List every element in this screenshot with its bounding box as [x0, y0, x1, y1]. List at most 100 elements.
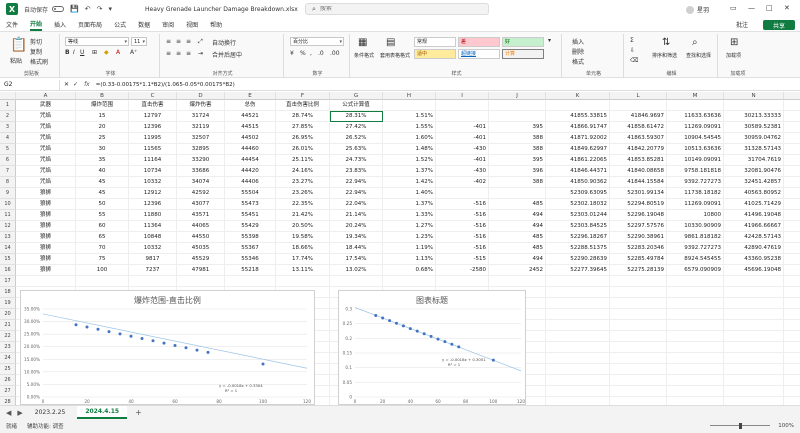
- cell-d4[interactable]: 32507: [177, 133, 225, 144]
- cell-g5[interactable]: 25.63%: [330, 144, 383, 155]
- cell-k4[interactable]: 41871.92002: [546, 133, 610, 144]
- cell-g3[interactable]: 27.42%: [330, 122, 383, 133]
- formula-input[interactable]: =(0.33-0.00175*1.1*B2)/(1.065-0.05*0.001…: [96, 82, 235, 88]
- cell-a15[interactable]: 狼狮: [16, 254, 76, 265]
- cell-b16[interactable]: 100: [76, 265, 129, 276]
- cell-e11[interactable]: 55451: [225, 210, 276, 221]
- cell-n14[interactable]: 42890.47619: [724, 243, 784, 254]
- cell-l10[interactable]: 52294.80519: [610, 199, 667, 210]
- cell-i7[interactable]: -430: [436, 166, 489, 177]
- cell-j5[interactable]: 388: [489, 144, 546, 155]
- comma-icon[interactable]: ,: [310, 50, 312, 57]
- cell-h1[interactable]: [383, 100, 436, 111]
- cell-j8[interactable]: 388: [489, 177, 546, 188]
- cell-b15[interactable]: 75: [76, 254, 129, 265]
- status-accessibility[interactable]: 辅助功能: 调查: [27, 422, 64, 430]
- row-header-1[interactable]: 1: [0, 100, 16, 111]
- cell-g14[interactable]: 18.44%: [330, 243, 383, 254]
- cell-f1[interactable]: 直击伤害比例: [276, 100, 330, 111]
- cell-m18[interactable]: [667, 287, 724, 298]
- cell-j15[interactable]: 494: [489, 254, 546, 265]
- column-header-d[interactable]: D: [177, 92, 225, 100]
- cell-d1[interactable]: 爆炸伤害: [177, 100, 225, 111]
- insert-function-icon[interactable]: fx: [84, 81, 90, 88]
- cell-o6[interactable]: 0.242488809: [784, 155, 800, 166]
- format-painter-button[interactable]: 格式刷: [30, 57, 48, 66]
- cell-m11[interactable]: 10800: [667, 210, 724, 221]
- name-box[interactable]: G2: [0, 79, 60, 90]
- cell-k19[interactable]: [546, 298, 610, 309]
- cell-e5[interactable]: 44460: [225, 144, 276, 155]
- cell-m26[interactable]: [667, 375, 724, 386]
- cell-m1[interactable]: [667, 100, 724, 111]
- cell-e9[interactable]: 55504: [225, 188, 276, 199]
- cell-m23[interactable]: [667, 342, 724, 353]
- cell-k16[interactable]: 52277.39645: [546, 265, 610, 276]
- cell-m21[interactable]: [667, 320, 724, 331]
- search-input[interactable]: [319, 6, 470, 12]
- cell-o24[interactable]: [784, 353, 800, 364]
- cell-k12[interactable]: 52303.84525: [546, 221, 610, 232]
- cell-g15[interactable]: 17.54%: [330, 254, 383, 265]
- cell-m22[interactable]: [667, 331, 724, 342]
- row-header-19[interactable]: 19: [0, 298, 16, 309]
- row-header-2[interactable]: 2: [0, 111, 16, 122]
- cell-n12[interactable]: 41966.66667: [724, 221, 784, 232]
- select-all-corner[interactable]: [0, 92, 16, 100]
- cell-h9[interactable]: 1.40%: [383, 188, 436, 199]
- cell-m19[interactable]: [667, 298, 724, 309]
- cell-m17[interactable]: [667, 276, 724, 287]
- cell-m3[interactable]: 11269.09091: [667, 122, 724, 133]
- cell-n13[interactable]: 42428.57143: [724, 232, 784, 243]
- cell-o4[interactable]: 0.260478611: [784, 133, 800, 144]
- indent-icon[interactable]: ⇥: [198, 50, 203, 57]
- cell-l9[interactable]: 52301.99134: [610, 188, 667, 199]
- cell-d10[interactable]: 43077: [177, 199, 225, 210]
- cell-l12[interactable]: 52297.57576: [610, 221, 667, 232]
- column-header-o[interactable]: O: [784, 92, 800, 100]
- cell-g8[interactable]: 22.94%: [330, 177, 383, 188]
- column-header-a[interactable]: A: [16, 92, 76, 100]
- cell-a10[interactable]: 狼狮: [16, 199, 76, 210]
- cell-a2[interactable]: 咒焰: [16, 111, 76, 122]
- cell-o9[interactable]: 0.224430878: [784, 188, 800, 199]
- cell-o11[interactable]: 0.206515999: [784, 210, 800, 221]
- row-header-20[interactable]: 20: [0, 309, 16, 320]
- cell-n18[interactable]: [724, 287, 784, 298]
- row-header-13[interactable]: 13: [0, 232, 16, 243]
- cell-n28[interactable]: [724, 397, 784, 405]
- merge-center-button[interactable]: 合并后居中: [212, 50, 242, 59]
- number-format-select[interactable]: 百分比: [290, 37, 344, 46]
- cell-a8[interactable]: 咒焰: [16, 177, 76, 188]
- cell-l2[interactable]: 41846.9697: [610, 111, 667, 122]
- cell-j14[interactable]: 485: [489, 243, 546, 254]
- cell-m4[interactable]: 10904.54545: [667, 133, 724, 144]
- cell-e17[interactable]: [225, 276, 276, 287]
- cell-d17[interactable]: [177, 276, 225, 287]
- menu-formulas[interactable]: 公式: [114, 19, 126, 30]
- conditional-format-button[interactable]: 条件格式: [354, 52, 374, 59]
- row-header-4[interactable]: 4: [0, 133, 16, 144]
- cell-k21[interactable]: [546, 320, 610, 331]
- cell-o15[interactable]: 0.170688734: [784, 254, 800, 265]
- cell-m8[interactable]: 9392.727273: [667, 177, 724, 188]
- cell-a1[interactable]: 武器: [16, 100, 76, 111]
- column-header-n[interactable]: N: [724, 92, 784, 100]
- customize-qat-icon[interactable]: ▾: [108, 5, 112, 13]
- cell-g12[interactable]: 20.24%: [330, 221, 383, 232]
- chart-untitled[interactable]: 图表标题 0 0.05 0.1 0.15 0.2 0.25 0.3 0 20 40 60 80 100 1…: [338, 290, 526, 405]
- underline-icon[interactable]: U: [80, 49, 84, 56]
- cell-j13[interactable]: 485: [489, 232, 546, 243]
- cell-h12[interactable]: 1.27%: [383, 221, 436, 232]
- cell-k2[interactable]: 41855.33815: [546, 111, 610, 122]
- column-header-c[interactable]: C: [129, 92, 177, 100]
- cell-e10[interactable]: 55473: [225, 199, 276, 210]
- cell-f11[interactable]: 21.42%: [276, 210, 330, 221]
- cell-c6[interactable]: 11164: [129, 155, 177, 166]
- save-icon[interactable]: 💾: [70, 5, 79, 13]
- cell-h4[interactable]: 1.60%: [383, 133, 436, 144]
- wrap-text-button[interactable]: 自动换行: [212, 38, 236, 47]
- cell-f6[interactable]: 25.11%: [276, 155, 330, 166]
- cell-g7[interactable]: 23.83%: [330, 166, 383, 177]
- cell-m6[interactable]: 10149.09091: [667, 155, 724, 166]
